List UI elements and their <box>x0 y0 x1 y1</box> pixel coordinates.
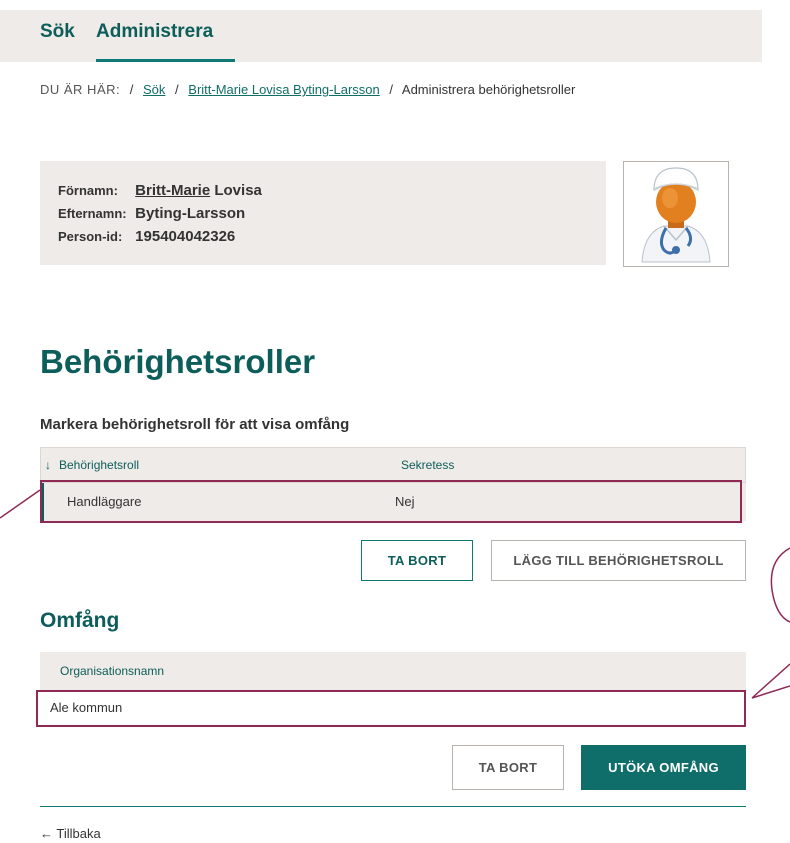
omfang-table-header: Organisationsnamn <box>40 652 746 690</box>
callout-circle-right <box>770 547 790 623</box>
breadcrumb-current: Administrera behörighetsroller <box>401 82 576 97</box>
fornamn-part-1: Britt- <box>135 182 171 199</box>
fornamn-label: Förnamn: <box>58 183 118 198</box>
omfang-table: Organisationsnamn Ale kommun <box>40 652 746 726</box>
breadcrumb-link-person[interactable]: Britt-Marie Lovisa Byting-Larsson <box>188 82 379 97</box>
efternamn-label: Efternamn: <box>58 206 127 221</box>
role-cell: Handläggare <box>67 494 142 509</box>
personid-value: 195404042326 <box>135 228 236 245</box>
page-title: Behörighetsroller <box>40 343 316 380</box>
column-header-behorighetsroll[interactable]: Behörighetsroll <box>59 458 139 472</box>
column-header-sekretess: Sekretess <box>401 458 455 472</box>
fornamn-part-3: Lovisa <box>210 182 262 199</box>
sort-arrow-icon[interactable]: ↓ <box>45 458 51 472</box>
nav-tab-administrera[interactable]: Administrera <box>96 21 213 43</box>
back-link[interactable]: ← Tillbaka <box>40 826 101 841</box>
fornamn-value: Britt-Marie Lovisa <box>135 182 262 199</box>
org-cell: Ale kommun <box>50 700 123 715</box>
column-header-organisationsnamn: Organisationsnamn <box>60 664 165 678</box>
nav-tab-sok[interactable]: Sök <box>40 21 75 43</box>
roles-table-header: ↓ Behörighetsroll Sekretess <box>40 447 746 483</box>
breadcrumb-separator: / <box>129 82 134 97</box>
personid-row: Person-id: 195404042326 <box>58 228 235 245</box>
add-role-button[interactable]: LÄGG TILL BEHÖRIGHETSROLL <box>491 540 746 581</box>
breadcrumb: DU ÄR HÄR: / Sök / Britt-Marie Lovisa By… <box>40 82 575 97</box>
breadcrumb-separator: / <box>175 82 179 97</box>
remove-role-button[interactable]: TA BORT <box>361 540 473 581</box>
table-row[interactable]: Ale kommun <box>40 690 746 726</box>
roles-table: ↓ Behörighetsroll Sekretess Handläggare … <box>40 447 746 521</box>
sekretess-cell: Nej <box>395 494 415 509</box>
fornamn-part-2: Marie <box>171 182 211 199</box>
efternamn-value: Byting-Larsson <box>135 205 246 222</box>
active-tab-indicator <box>96 59 235 62</box>
nurse-avatar-icon <box>641 167 711 263</box>
extend-omfang-button[interactable]: UTÖKA OMFÅNG <box>581 745 746 790</box>
breadcrumb-link-sok[interactable]: Sök <box>143 82 165 97</box>
roles-instruction: Markera behörighetsroll för att visa omf… <box>40 416 350 433</box>
callout-line-left <box>0 489 41 519</box>
table-row[interactable]: Handläggare Nej <box>40 483 746 521</box>
fornamn-row: Förnamn: Britt-Marie Lovisa <box>58 182 262 199</box>
avatar <box>623 161 729 267</box>
breadcrumb-prefix: DU ÄR HÄR: <box>40 82 121 97</box>
remove-omfang-button[interactable]: TA BORT <box>452 745 564 790</box>
breadcrumb-separator: / <box>389 82 393 97</box>
person-info-card: Förnamn: Britt-Marie Lovisa Efternamn: B… <box>40 161 606 265</box>
callout-line-right <box>751 663 790 699</box>
efternamn-row: Efternamn: Byting-Larsson <box>58 205 245 222</box>
top-navigation: Sök Administrera <box>0 10 762 62</box>
omfang-heading: Omfång <box>40 609 120 632</box>
personid-label: Person-id: <box>58 229 123 244</box>
divider <box>40 806 746 807</box>
